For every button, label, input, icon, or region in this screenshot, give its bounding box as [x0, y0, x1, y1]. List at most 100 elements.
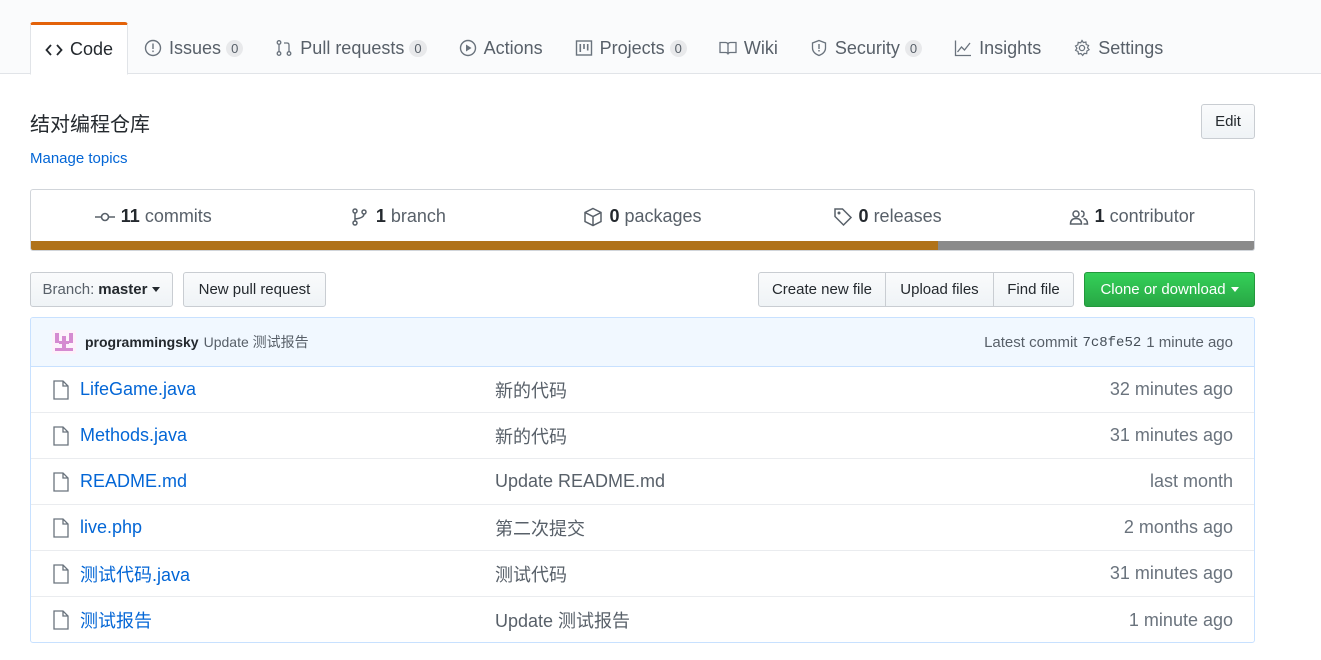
clone-or-download-button[interactable]: Clone or download	[1084, 272, 1255, 307]
latest-commit-bar: programmingsky Update 测试报告 Latest commit…	[31, 318, 1254, 367]
caret-down-icon	[1230, 287, 1239, 292]
file-age: 31 minutes ago	[1109, 425, 1233, 445]
pull-request-icon	[275, 39, 293, 57]
projects-count: 0	[669, 39, 687, 57]
file-name-link[interactable]: live.php	[80, 517, 142, 538]
branch-value: master	[98, 281, 148, 298]
packages-link[interactable]: 0 packages	[520, 190, 765, 243]
tab-security[interactable]: Security 0	[794, 22, 938, 74]
tab-projects[interactable]: Projects 0	[559, 22, 703, 74]
play-icon	[459, 39, 477, 57]
table-row: live.php 第二次提交 2 months ago	[31, 505, 1254, 551]
tab-issues[interactable]: Issues 0	[128, 22, 259, 74]
upload-files-button[interactable]: Upload files	[885, 272, 994, 307]
book-icon	[719, 39, 737, 57]
file-commit-message[interactable]: 第二次提交	[495, 515, 585, 541]
table-row: 测试代码.java 测试代码 31 minutes ago	[31, 551, 1254, 597]
tab-code[interactable]: Code	[30, 22, 129, 75]
file-commit-message[interactable]: Update 测试报告	[495, 607, 630, 633]
tab-actions[interactable]: Actions	[443, 22, 559, 74]
table-row: README.md Update README.md last month	[31, 459, 1254, 505]
file-icon	[52, 380, 70, 400]
commit-author[interactable]: programmingsky	[85, 334, 199, 350]
branch-select-button[interactable]: Branch: master	[30, 272, 173, 307]
releases-count: 0	[858, 206, 869, 226]
language-segment-other	[938, 241, 1254, 250]
tab-label: Issues	[169, 37, 222, 58]
file-icon	[52, 564, 70, 584]
clone-label: Clone or download	[1100, 281, 1226, 298]
tab-label: Pull requests	[300, 37, 405, 58]
branches-label: branch	[390, 206, 446, 226]
latest-commit-prefix: Latest commit	[984, 334, 1078, 351]
create-new-file-button[interactable]: Create new file	[758, 272, 886, 307]
tab-wiki[interactable]: Wiki	[703, 22, 794, 74]
tab-settings[interactable]: Settings	[1057, 22, 1179, 74]
file-commit-message[interactable]: Update README.md	[495, 471, 665, 492]
commits-count: 11	[120, 206, 140, 226]
latest-commit-info: Latest commit 7c8fe52 1 minute ago	[984, 318, 1233, 367]
table-row: LifeGame.java 新的代码 32 minutes ago	[31, 367, 1254, 413]
issue-icon	[144, 39, 162, 57]
file-age: 2 months ago	[1123, 517, 1233, 537]
file-name-link[interactable]: 测试报告	[80, 607, 152, 633]
commits-link[interactable]: 11 commits	[31, 190, 276, 243]
commits-label: commits	[144, 206, 212, 226]
caret-down-icon	[152, 287, 161, 292]
project-icon	[575, 39, 593, 57]
file-name-link[interactable]: README.md	[80, 471, 187, 492]
avatar[interactable]	[52, 330, 76, 354]
tab-pull-requests[interactable]: Pull requests 0	[259, 22, 442, 74]
repo-description: 结对编程仓库	[30, 114, 150, 136]
tab-label: Wiki	[743, 37, 778, 58]
language-bar[interactable]	[31, 241, 1254, 250]
file-icon	[52, 426, 70, 446]
file-commit-message[interactable]: 新的代码	[495, 377, 567, 403]
edit-button[interactable]: Edit	[1201, 104, 1255, 139]
find-file-button[interactable]: Find file	[993, 272, 1074, 307]
tab-label: Projects	[599, 37, 665, 58]
pull-requests-count: 0	[409, 39, 427, 57]
file-age: 1 minute ago	[1128, 609, 1233, 630]
people-icon	[1069, 207, 1089, 227]
branch-icon	[350, 207, 370, 227]
file-name-link[interactable]: Methods.java	[80, 425, 187, 446]
file-table: programmingsky Update 测试报告 Latest commit…	[30, 317, 1255, 643]
releases-link[interactable]: 0 releases	[765, 190, 1010, 243]
security-count: 0	[904, 39, 923, 57]
file-commit-message[interactable]: 测试代码	[495, 561, 567, 587]
file-age: 31 minutes ago	[1109, 563, 1233, 583]
commit-icon	[94, 207, 115, 227]
graph-icon	[954, 39, 972, 57]
tab-label: Insights	[979, 37, 1042, 58]
table-row: 测试报告 Update 测试报告 1 minute ago	[31, 597, 1254, 642]
commit-sha[interactable]: 7c8fe52	[1082, 335, 1141, 351]
table-row: Methods.java 新的代码 31 minutes ago	[31, 413, 1254, 459]
manage-topics-link[interactable]: Manage topics	[30, 150, 128, 167]
language-segment-java	[31, 241, 939, 250]
packages-count: 0	[609, 206, 620, 226]
file-name-link[interactable]: LifeGame.java	[80, 379, 196, 400]
tab-label: Code	[70, 39, 114, 59]
tab-label: Actions	[483, 37, 543, 58]
tab-label: Settings	[1098, 37, 1164, 58]
file-commit-message[interactable]: 新的代码	[495, 423, 567, 449]
tab-label: Security	[834, 37, 900, 58]
shield-icon	[810, 39, 828, 57]
file-icon	[52, 472, 70, 492]
issues-count: 0	[226, 39, 244, 57]
file-name-link[interactable]: 测试代码.java	[80, 561, 190, 587]
new-pull-request-button[interactable]: New pull request	[183, 272, 326, 307]
commit-message[interactable]: Update 测试报告	[204, 332, 309, 352]
file-age: 32 minutes ago	[1109, 379, 1233, 399]
repo-summary: 11 commits 1 branch 0 packages 0 release…	[30, 189, 1255, 251]
contributors-count: 1	[1094, 206, 1105, 226]
commit-age: 1 minute ago	[1146, 334, 1233, 351]
tag-icon	[833, 207, 853, 227]
branches-link[interactable]: 1 branch	[276, 190, 521, 243]
branches-count: 1	[375, 206, 386, 226]
code-icon	[45, 41, 63, 59]
tab-insights[interactable]: Insights	[938, 22, 1057, 74]
contributors-link[interactable]: 1 contributor	[1009, 190, 1254, 243]
branch-label: Branch:	[42, 281, 95, 298]
